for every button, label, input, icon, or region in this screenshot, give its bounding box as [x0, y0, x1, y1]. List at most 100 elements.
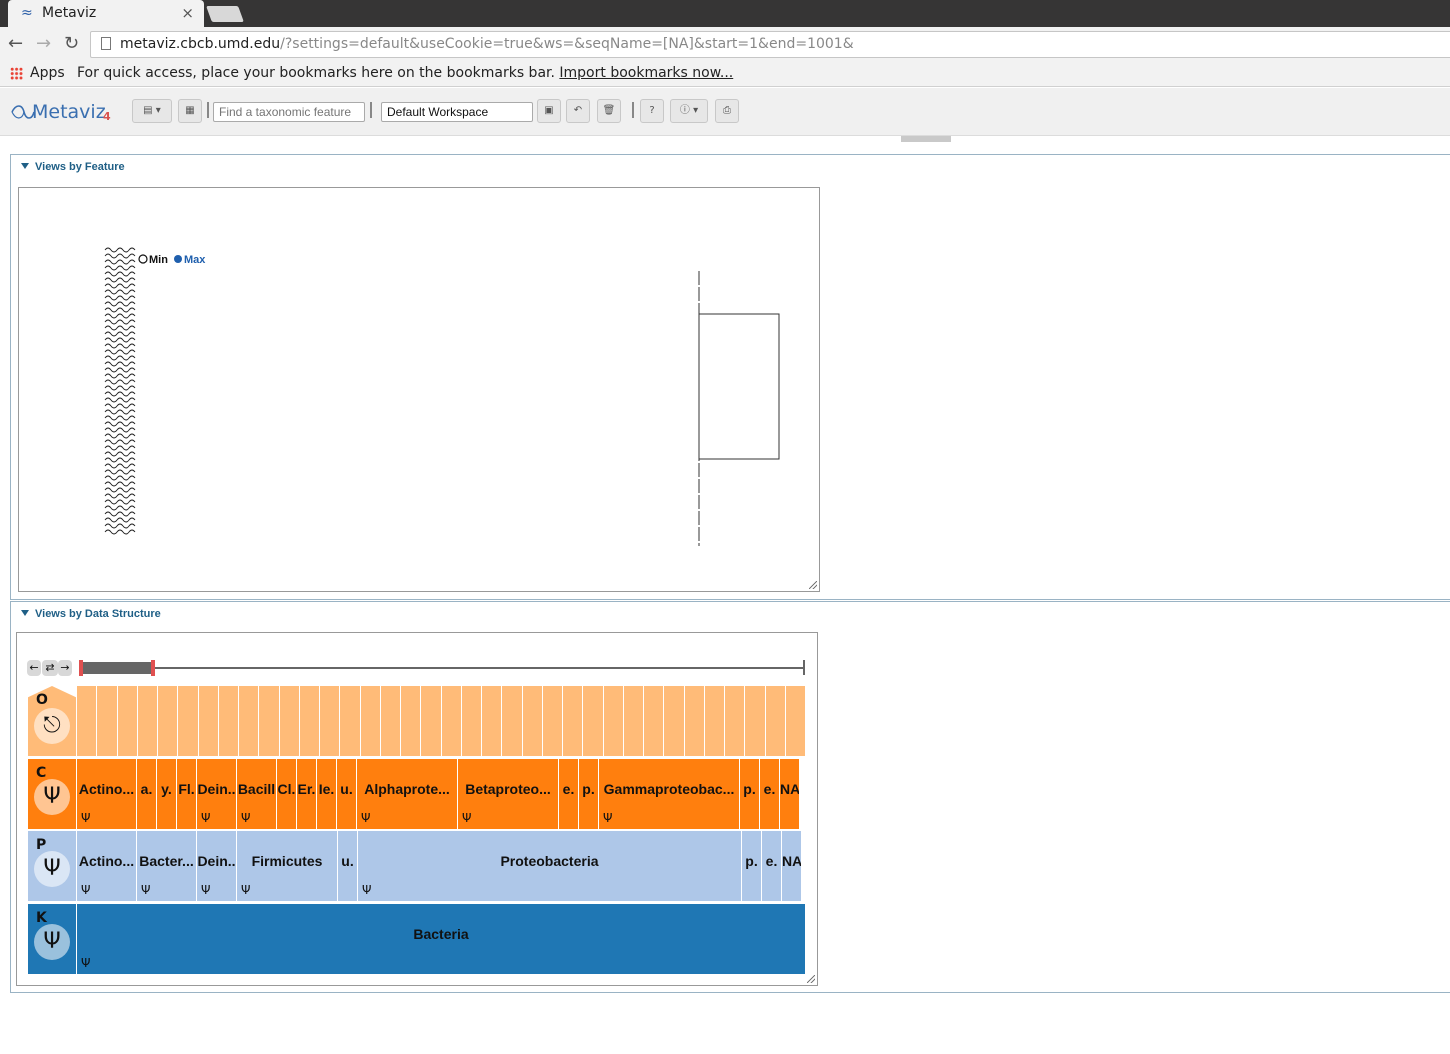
icicle-leaf-node[interactable]	[218, 686, 238, 756]
scroll-left-button[interactable]: ←	[27, 660, 41, 676]
icicle-node[interactable]: NA	[782, 831, 801, 901]
tree-icon[interactable]: Ψ	[81, 956, 90, 970]
icicle-leaf-node[interactable]	[239, 686, 259, 756]
icicle-node[interactable]: Cl.	[277, 759, 296, 829]
revert-button[interactable]: ↶	[566, 99, 590, 123]
level-indicator-kingdom[interactable]: K Ψ	[28, 904, 76, 974]
resize-handle-icon[interactable]	[809, 581, 817, 589]
icicle-node[interactable]: u.	[337, 759, 356, 829]
icicle-node[interactable]: Actino... Ψ	[77, 759, 136, 829]
icicle-leaf-node[interactable]	[380, 686, 400, 756]
icicle-leaf-node[interactable]	[684, 686, 704, 756]
print-button[interactable]: ⎙	[715, 99, 739, 123]
icicle-node[interactable]: Firmicutes Ψ	[237, 831, 337, 901]
tree-icon[interactable]: Ψ	[462, 811, 471, 825]
icicle-leaf-node[interactable]	[664, 686, 684, 756]
icicle-node[interactable]: p.	[579, 759, 598, 829]
icicle-leaf-node[interactable]	[137, 686, 157, 756]
tree-icon[interactable]: Ψ	[362, 883, 371, 897]
icicle-leaf-node[interactable]	[785, 686, 805, 756]
range-brush-right-handle[interactable]	[151, 660, 155, 676]
icicle-node[interactable]: Betaproteo... Ψ	[458, 759, 558, 829]
icicle-node[interactable]: p.	[740, 759, 759, 829]
add-chart-button[interactable]: ▤ ▾	[132, 99, 172, 123]
icicle-node[interactable]: Dein.. Ψ	[197, 759, 236, 829]
icicle-leaf-node[interactable]	[158, 686, 178, 756]
icicle-node[interactable]: Ie.	[317, 759, 336, 829]
level-indicator-order[interactable]: O ⎋	[28, 686, 76, 756]
tree-icon[interactable]: Ψ	[603, 811, 612, 825]
icicle-leaf-node[interactable]	[299, 686, 319, 756]
icicle-node[interactable]: Bacter... Ψ	[137, 831, 196, 901]
icicle-node[interactable]: a.	[137, 759, 156, 829]
icicle-leaf-node[interactable]	[745, 686, 765, 756]
icicle-leaf-node[interactable]	[279, 686, 299, 756]
icicle-leaf-node[interactable]	[117, 686, 137, 756]
level-indicator-class[interactable]: C Ψ	[28, 759, 76, 829]
tree-icon[interactable]: Ψ	[241, 811, 250, 825]
icicle-leaf-node[interactable]	[644, 686, 664, 756]
workspace-name-input[interactable]	[381, 102, 533, 122]
close-tab-icon[interactable]: ×	[181, 4, 194, 22]
icicle-leaf-node[interactable]	[704, 686, 724, 756]
icicle-leaf-node[interactable]	[765, 686, 785, 756]
icicle-leaf-node[interactable]	[461, 686, 481, 756]
icicle-leaf-node[interactable]	[320, 686, 340, 756]
icicle-leaf-node[interactable]	[97, 686, 117, 756]
icicle-leaf-node[interactable]	[441, 686, 461, 756]
icicle-leaf-node[interactable]	[198, 686, 218, 756]
icicle-leaf-node[interactable]	[77, 686, 97, 756]
url-field[interactable]: metaviz.cbcb.umd.edu/?settings=default&u…	[90, 31, 1450, 58]
icicle-leaf-node[interactable]	[563, 686, 583, 756]
icicle-node[interactable]: y.	[157, 759, 176, 829]
icicle-leaf-node[interactable]	[340, 686, 360, 756]
icicle-node[interactable]: Gammaproteobac... Ψ	[599, 759, 739, 829]
level-indicator-phylum[interactable]: P Ψ	[28, 831, 76, 901]
icicle-leaf-node[interactable]	[482, 686, 502, 756]
icicle-node[interactable]: Fl.	[177, 759, 196, 829]
icicle-leaf-node[interactable]	[725, 686, 745, 756]
tree-icon[interactable]: Ψ	[241, 883, 250, 897]
reload-icon[interactable]: ↻	[64, 33, 79, 54]
delete-workspace-button[interactable]: 🗑	[597, 99, 621, 123]
icicle-leaf-node[interactable]	[178, 686, 198, 756]
resize-handle-icon[interactable]	[807, 975, 815, 983]
range-brush[interactable]	[81, 662, 154, 674]
icicle-leaf-node[interactable]	[603, 686, 623, 756]
feature-search-input[interactable]	[213, 102, 365, 122]
range-brush-left-handle[interactable]	[79, 660, 83, 676]
icicle-node[interactable]: Alphaprote... Ψ	[357, 759, 457, 829]
tree-icon[interactable]: Ψ	[141, 883, 150, 897]
views-by-feature-header[interactable]: Views by Feature	[21, 161, 125, 173]
icicle-leaf-node[interactable]	[259, 686, 279, 756]
data-table-button[interactable]: ▦	[178, 99, 202, 123]
tree-icon[interactable]: Ψ	[81, 811, 90, 825]
icicle-node[interactable]: Actino... Ψ	[77, 831, 136, 901]
icicle-node[interactable]: e.	[762, 831, 781, 901]
icicle-leaf-node[interactable]	[502, 686, 522, 756]
browser-tab[interactable]: ≈ Metaviz ×	[8, 0, 204, 27]
icicle-node[interactable]: u.	[338, 831, 357, 901]
icicle-node[interactable]: NA	[780, 759, 799, 829]
scroll-right-button[interactable]: →	[58, 660, 72, 676]
icicle-node[interactable]: Bacill Ψ	[237, 759, 276, 829]
icicle-node[interactable]: Proteobacteria Ψ	[358, 831, 741, 901]
forward-icon[interactable]: →	[36, 33, 51, 54]
apps-grid-icon[interactable]	[10, 67, 23, 80]
icicle-node[interactable]: e.	[559, 759, 578, 829]
icicle-node[interactable]: p.	[742, 831, 761, 901]
icicle-node[interactable]: Er.	[297, 759, 316, 829]
icicle-node[interactable]: Dein.. Ψ	[197, 831, 236, 901]
icicle-leaf-node[interactable]	[583, 686, 603, 756]
icicle-node[interactable]: e.	[760, 759, 779, 829]
views-by-data-structure-header[interactable]: Views by Data Structure	[21, 608, 161, 620]
apps-link[interactable]: Apps	[30, 65, 65, 81]
tree-icon[interactable]: Ψ	[201, 883, 210, 897]
import-bookmarks-link[interactable]: Import bookmarks now...	[559, 65, 733, 81]
help-button[interactable]: ?	[640, 99, 664, 123]
tree-icon[interactable]: Ψ	[361, 811, 370, 825]
info-button[interactable]: ⓘ ▾	[670, 99, 708, 123]
new-tab-button[interactable]	[206, 6, 244, 22]
tree-icon[interactable]: Ψ	[81, 883, 90, 897]
tree-icon[interactable]: Ψ	[201, 811, 210, 825]
